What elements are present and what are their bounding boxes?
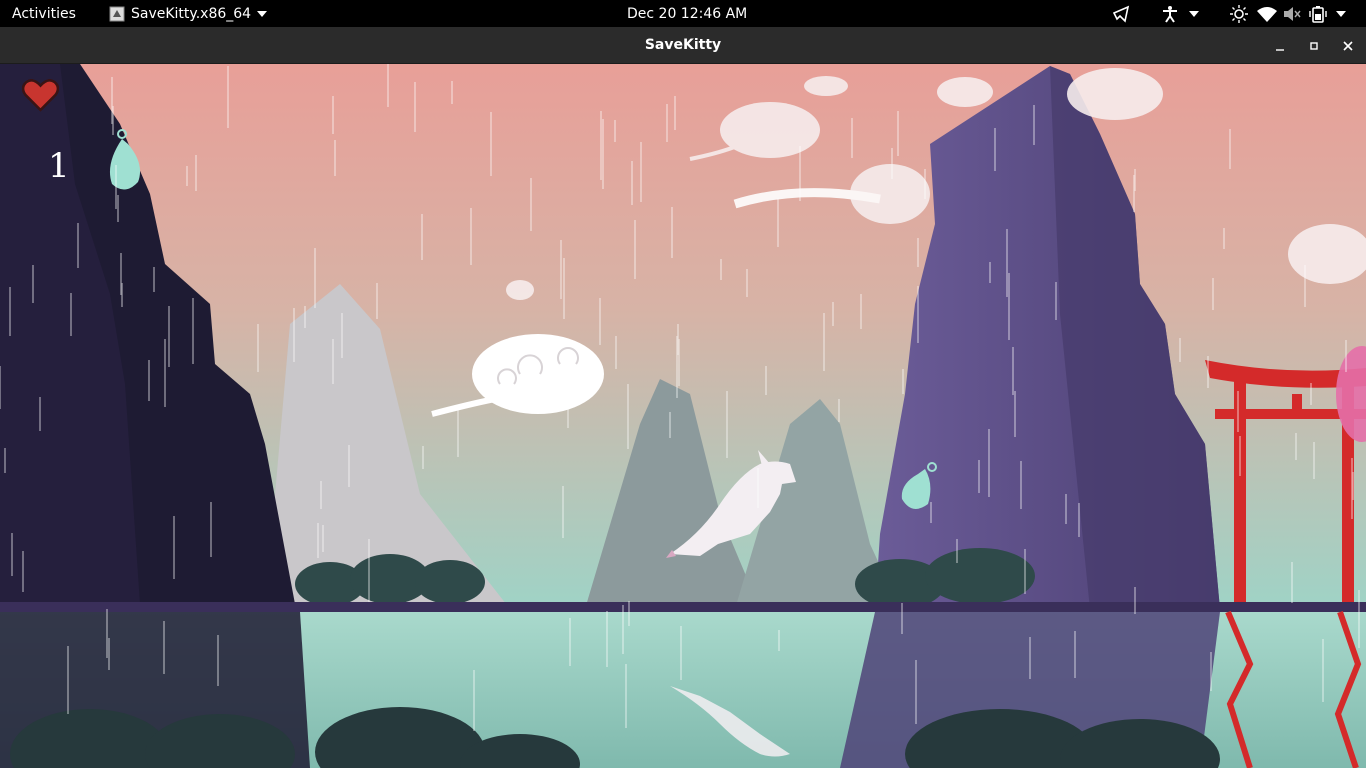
close-button[interactable] (1333, 27, 1363, 64)
maximize-icon (1310, 41, 1318, 50)
telegram-tray[interactable] (1112, 0, 1130, 27)
window-title: SaveKitty (644, 37, 722, 53)
chevron-down-icon (1336, 10, 1346, 17)
game-viewport[interactable]: 1 (0, 64, 1366, 768)
chevron-down-icon (257, 10, 268, 17)
clock-button[interactable]: Dec 20 12:46 AM (627, 0, 747, 27)
clock-label: Dec 20 12:46 AM (627, 5, 748, 22)
minimize-icon (1276, 48, 1284, 51)
window-title-bar[interactable]: SaveKitty (0, 27, 1366, 64)
brightness-icon (1230, 4, 1248, 23)
activities-label: Activities (12, 5, 76, 22)
heart-icon (22, 79, 59, 112)
game-scene (0, 64, 1366, 768)
app-menu-label: SaveKitty.x86_64 (131, 5, 252, 22)
telegram-icon (1112, 5, 1130, 23)
accessibility-menu[interactable] (1162, 0, 1200, 27)
app-icon (109, 6, 125, 21)
system-top-bar: Activities SaveKitty.x86_64 Dec 20 12:46… (0, 0, 1366, 27)
accessibility-icon (1163, 5, 1177, 23)
wifi-icon (1257, 6, 1277, 22)
minimize-button[interactable] (1265, 27, 1295, 64)
system-menu[interactable] (1230, 0, 1347, 27)
chevron-down-icon (1189, 10, 1199, 17)
maximize-button[interactable] (1299, 27, 1329, 64)
close-icon (1343, 40, 1353, 51)
app-menu[interactable]: SaveKitty.x86_64 (109, 0, 268, 27)
volume-muted-icon (1284, 6, 1301, 21)
horizon (0, 602, 1366, 612)
battery-icon (1309, 5, 1327, 23)
score-counter: 1 (48, 146, 70, 186)
activities-button[interactable]: Activities (12, 0, 76, 27)
